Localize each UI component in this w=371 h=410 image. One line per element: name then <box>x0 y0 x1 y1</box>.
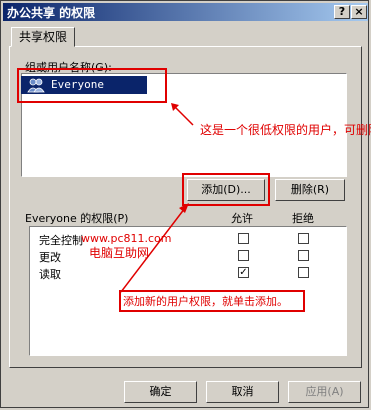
add-button[interactable]: 添加(D)... <box>187 179 265 201</box>
permissions-header: Everyone 的权限(P) <box>25 212 129 225</box>
cancel-button[interactable]: 取消 <box>206 381 279 403</box>
annotation-add-note: 添加新的用户权限，就单击添加。 <box>123 295 288 308</box>
allow-checkbox-change[interactable] <box>238 250 249 261</box>
annotation-box-user <box>17 68 167 103</box>
tab-share-permissions[interactable]: 共享权限 <box>11 27 75 47</box>
window-title: 办公共享 的权限 <box>7 6 96 20</box>
deny-header: 拒绝 <box>292 212 314 225</box>
permissions-dialog: 办公共享 的权限 ? × 共享权限 组或用户名称(G): Everyone 这是… <box>0 0 371 408</box>
deny-checkbox-full-control[interactable] <box>298 233 309 244</box>
allow-checkbox-read[interactable]: ✓ <box>238 267 249 278</box>
remove-button[interactable]: 删除(R) <box>275 179 345 201</box>
permission-name: 读取 <box>39 268 61 281</box>
close-button[interactable]: × <box>351 5 367 19</box>
deny-checkbox-change[interactable] <box>298 250 309 261</box>
title-bar[interactable]: 办公共享 的权限 ? × <box>3 3 368 21</box>
ok-button[interactable]: 确定 <box>124 381 197 403</box>
permission-name: 完全控制 <box>39 234 83 247</box>
deny-checkbox-read[interactable] <box>298 267 309 278</box>
help-button[interactable]: ? <box>334 5 350 19</box>
arrow-to-add <box>120 203 189 293</box>
arrow-to-user <box>171 103 194 126</box>
annotation-user-note: 这是一个很低权限的用户，可删除 <box>200 123 371 137</box>
apply-button[interactable]: 应用(A) <box>288 381 361 403</box>
permission-name: 更改 <box>39 251 61 264</box>
allow-checkbox-full-control[interactable] <box>238 233 249 244</box>
allow-header: 允许 <box>231 212 253 225</box>
